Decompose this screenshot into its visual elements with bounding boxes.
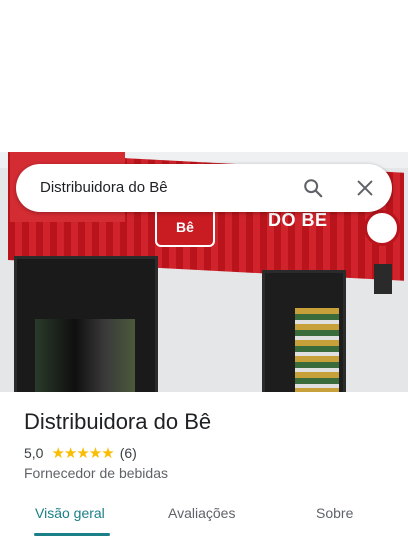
place-title: Distribuidora do Bê <box>24 409 212 434</box>
search-bar[interactable]: Distribuidora do Bê <box>16 164 392 212</box>
review-count[interactable]: (6) <box>120 445 137 461</box>
active-tab-indicator <box>34 533 110 536</box>
store-shelves <box>295 308 339 392</box>
store-logo: Bê <box>155 207 215 247</box>
star-rating-icon: ★★★★★ <box>51 445 114 462</box>
store-interior-left <box>35 319 135 392</box>
search-input[interactable]: Distribuidora do Bê <box>40 179 168 196</box>
tab-overview[interactable]: Visão geral <box>35 505 105 521</box>
store-banner-text: DO BÊ <box>268 210 328 230</box>
rating-value: 5,0 <box>24 445 44 461</box>
small-window <box>374 264 392 294</box>
rating-row[interactable]: 5,0 ★★★★★ (6) <box>24 444 137 462</box>
place-category: Fornecedor de bebidas <box>24 465 168 481</box>
tab-reviews[interactable]: Avaliações <box>168 505 235 521</box>
close-icon[interactable] <box>354 177 376 199</box>
store-logo-text: Bê <box>176 219 194 235</box>
beer-seal-logo <box>364 210 400 246</box>
store-door-left <box>14 256 158 392</box>
tab-about[interactable]: Sobre <box>316 505 353 521</box>
store-door-right <box>262 270 346 392</box>
search-icon[interactable] <box>302 177 324 199</box>
place-tabs: Visão geral Avaliações Sobre <box>0 498 408 544</box>
